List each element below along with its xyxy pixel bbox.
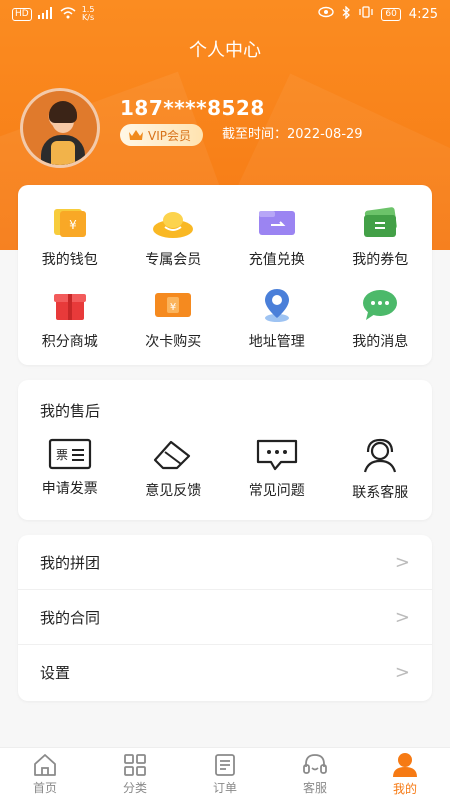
avatar[interactable] bbox=[20, 88, 100, 168]
bluetooth-icon bbox=[342, 4, 351, 23]
menu-label: 我的合同 bbox=[40, 608, 101, 627]
menu-item-contracts[interactable]: 我的合同 > bbox=[18, 590, 432, 645]
service-icon bbox=[303, 753, 327, 774]
chevron-right-icon: > bbox=[394, 606, 410, 628]
feature-membership[interactable]: 专属会员 bbox=[122, 203, 226, 285]
feature-wallet[interactable]: ¥ 我的钱包 bbox=[18, 203, 122, 285]
invoice-icon: 票 bbox=[48, 438, 91, 470]
tab-category[interactable]: 分类 bbox=[90, 748, 180, 800]
wifi-icon bbox=[60, 6, 76, 22]
network-speed: 1.5 K/s bbox=[81, 5, 95, 22]
svg-text:票: 票 bbox=[56, 448, 68, 462]
tab-label: 首页 bbox=[32, 780, 57, 795]
feature-coupons[interactable]: 我的券包 bbox=[329, 203, 433, 285]
recharge-icon bbox=[258, 211, 295, 235]
expire-date: 2022-08-29 bbox=[287, 127, 363, 142]
svc-contact[interactable]: 联系客服 bbox=[329, 438, 433, 502]
vip-label: VIP会员 bbox=[148, 128, 191, 143]
features-card: ¥ 我的钱包 专属会员 充值兑换 我的券包 积分商城 ¥ 次卡购买 地址管理 我… bbox=[18, 185, 432, 365]
tab-home[interactable]: 首页 bbox=[0, 748, 90, 800]
svc-faq[interactable]: 常见问题 bbox=[225, 438, 329, 502]
tab-service[interactable]: 客服 bbox=[270, 748, 360, 800]
feature-address[interactable]: 地址管理 bbox=[225, 285, 329, 367]
feature-label: 我的钱包 bbox=[41, 252, 98, 268]
menu-label: 设置 bbox=[40, 664, 71, 682]
tab-label: 我的 bbox=[392, 781, 417, 796]
menu-item-settings[interactable]: 设置 > bbox=[18, 645, 432, 700]
expire-info: 截至时间：2022-08-29 bbox=[222, 124, 363, 146]
tab-label: 客服 bbox=[302, 780, 327, 795]
after-sales-card: 我的售后 票 申请发票 意见反馈 常见问题 联系客服 bbox=[18, 380, 432, 520]
eraser-icon bbox=[154, 440, 191, 470]
home-icon bbox=[34, 753, 56, 776]
feature-label: 充值兑换 bbox=[248, 252, 305, 268]
feature-label: 我的消息 bbox=[352, 334, 409, 350]
signal-icon bbox=[37, 6, 54, 22]
category-icon bbox=[124, 753, 146, 776]
menu-label: 我的拼团 bbox=[40, 553, 101, 572]
feature-label: 次卡购买 bbox=[145, 334, 202, 350]
tab-label: 分类 bbox=[122, 780, 147, 795]
feature-label: 专属会员 bbox=[145, 252, 202, 268]
feature-recharge[interactable]: 充值兑换 bbox=[225, 203, 329, 285]
svc-label: 联系客服 bbox=[352, 485, 409, 501]
hd-indicator: HD bbox=[12, 7, 32, 21]
feature-card-purchase[interactable]: ¥ 次卡购买 bbox=[122, 285, 226, 367]
status-bar: HD 1.5 K/s 60 4:25 bbox=[0, 0, 450, 28]
feature-messages[interactable]: 我的消息 bbox=[329, 285, 433, 367]
svc-label: 申请发票 bbox=[41, 481, 98, 497]
coupon-icon bbox=[364, 207, 398, 237]
wallet-icon: ¥ bbox=[53, 209, 86, 237]
svc-invoice[interactable]: 票 申请发票 bbox=[18, 438, 122, 502]
feature-label: 地址管理 bbox=[248, 334, 305, 350]
tab-orders[interactable]: 订单 bbox=[180, 748, 270, 800]
tab-profile[interactable]: 我的 bbox=[360, 748, 450, 800]
profile-icon bbox=[393, 752, 417, 777]
page-title: 个人中心 bbox=[189, 40, 261, 61]
after-sales-title: 我的售后 bbox=[40, 402, 101, 420]
gold-ingot-icon bbox=[153, 212, 194, 238]
svc-feedback[interactable]: 意见反馈 bbox=[122, 438, 226, 502]
tab-label: 订单 bbox=[212, 780, 237, 795]
svc-label: 常见问题 bbox=[248, 483, 305, 499]
svc-label: 意见反馈 bbox=[145, 483, 202, 499]
order-icon bbox=[215, 753, 235, 776]
eye-icon bbox=[318, 6, 335, 22]
crown-icon bbox=[129, 130, 143, 140]
card-icon: ¥ bbox=[155, 293, 192, 317]
bottom-tab-bar: 首页 分类 订单 客服 我的 bbox=[0, 747, 450, 800]
menu-card: 我的拼团 > 我的合同 > 设置 > bbox=[18, 535, 432, 701]
chevron-right-icon: > bbox=[394, 551, 410, 573]
menu-item-group-buy[interactable]: 我的拼团 > bbox=[18, 535, 432, 590]
user-phone: 187****8528 bbox=[120, 96, 265, 120]
chevron-right-icon: > bbox=[394, 662, 410, 683]
headset-icon bbox=[364, 438, 397, 473]
feature-label: 积分商城 bbox=[41, 334, 98, 350]
chat-bubble-icon bbox=[256, 439, 297, 471]
battery-icon: 60 bbox=[381, 7, 401, 21]
vibrate-icon bbox=[359, 6, 373, 22]
clock: 4:25 bbox=[408, 6, 438, 22]
svg-text:¥: ¥ bbox=[170, 302, 176, 313]
message-icon bbox=[363, 290, 398, 320]
svg-text:¥: ¥ bbox=[69, 218, 77, 232]
gift-icon bbox=[53, 294, 86, 320]
feature-points-mall[interactable]: 积分商城 bbox=[18, 285, 122, 367]
expire-label: 截至时间： bbox=[222, 127, 288, 142]
feature-label: 我的券包 bbox=[352, 252, 409, 268]
location-icon bbox=[264, 289, 289, 322]
vip-badge[interactable]: VIP会员 bbox=[120, 124, 203, 146]
